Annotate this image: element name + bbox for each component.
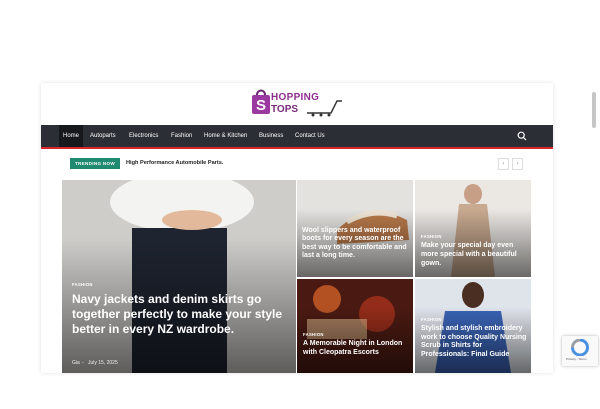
- featured-card-bottom-mid[interactable]: FASHION A Memorable Night in London with…: [297, 279, 413, 373]
- cart-icon: [307, 100, 342, 117]
- main-nav: Home Autoparts Electronics Fashion Home …: [41, 125, 553, 149]
- bottom-right-category[interactable]: FASHION: [421, 317, 442, 322]
- nav-item-business[interactable]: Business: [255, 125, 287, 147]
- bottom-mid-title[interactable]: A Memorable Night in London with Cleopat…: [303, 340, 409, 358]
- meta-separator: -: [82, 360, 84, 366]
- featured-card-main[interactable]: FASHION Navy jackets and denim skirts go…: [62, 180, 296, 373]
- recaptcha-badge[interactable]: Privacy - Terms: [562, 336, 598, 366]
- nav-item-fashion[interactable]: Fashion: [167, 125, 196, 147]
- trending-next-button[interactable]: ›: [512, 158, 523, 170]
- trending-prev-button[interactable]: ‹: [498, 158, 509, 170]
- site-logo[interactable]: S HOPPING TOPS: [251, 83, 346, 123]
- featured-card-top-mid[interactable]: Wool slippers and waterproof boots for e…: [297, 180, 413, 277]
- top-right-title[interactable]: Make your special day even more special …: [421, 242, 526, 268]
- nav-item-contact-us[interactable]: Contact Us: [291, 125, 329, 147]
- nav-item-home[interactable]: Home: [59, 125, 84, 147]
- featured-card-bottom-right[interactable]: FASHION Stylish and stylish embroidery w…: [415, 279, 531, 373]
- search-icon[interactable]: [517, 131, 527, 141]
- trending-headline[interactable]: High Performance Automobile Parts.: [126, 158, 223, 169]
- page-scrollbar[interactable]: [592, 92, 596, 128]
- main-card-author[interactable]: Gia: [72, 360, 80, 366]
- nav-item-home-kitchen[interactable]: Home & Kitchen: [200, 125, 251, 147]
- featured-card-top-right[interactable]: FASHION Make your special day even more …: [415, 180, 531, 277]
- bottom-mid-category[interactable]: FASHION: [303, 332, 324, 337]
- top-right-category[interactable]: FASHION: [421, 234, 442, 239]
- top-mid-title[interactable]: Wool slippers and waterproof boots for e…: [302, 227, 410, 261]
- shopping-bag-icon: S: [252, 89, 270, 114]
- main-card-category[interactable]: FASHION: [72, 282, 93, 287]
- recaptcha-icon: [571, 339, 589, 356]
- logo-letter: S: [256, 97, 266, 114]
- bottom-right-title[interactable]: Stylish and stylish embroidery work to c…: [421, 325, 527, 359]
- recaptcha-links[interactable]: Privacy - Terms: [566, 357, 587, 361]
- main-card-date: July 15, 2025: [88, 360, 118, 366]
- main-card-title[interactable]: Navy jackets and denim skirts go togethe…: [72, 292, 287, 337]
- nav-item-autoparts[interactable]: Autoparts: [86, 125, 120, 147]
- logo-text-bottom: TOPS: [271, 104, 299, 115]
- nav-item-electronics[interactable]: Electronics: [125, 125, 162, 147]
- page-frame: S HOPPING TOPS Home Autoparts Electronic…: [41, 83, 553, 373]
- trending-badge: TRENDING NOW: [70, 158, 120, 169]
